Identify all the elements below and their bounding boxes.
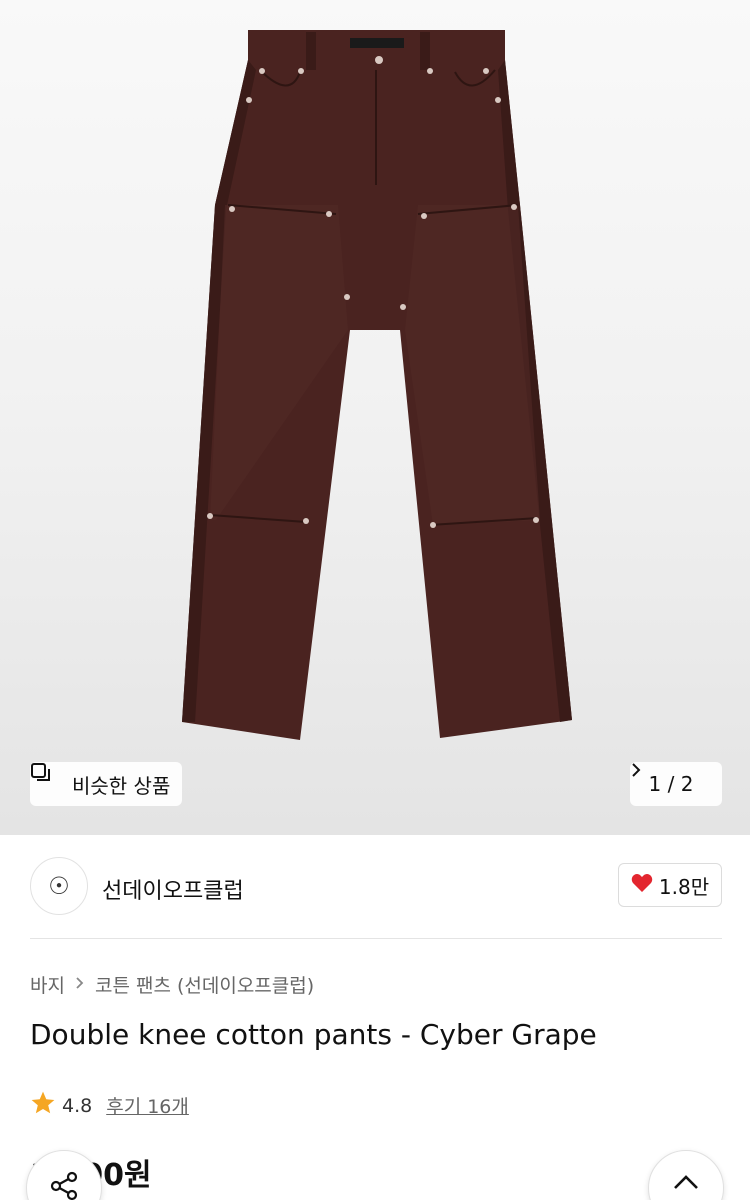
- breadcrumb-item-subcategory[interactable]: 코튼 팬츠 (선데이오프클럽): [95, 971, 314, 998]
- brand-logo[interactable]: ☉: [30, 857, 88, 915]
- rating-value: 4.8: [62, 1094, 93, 1117]
- review-link[interactable]: 후기 16개: [106, 1092, 189, 1119]
- star-icon: [30, 1090, 56, 1121]
- like-button[interactable]: 1.8만: [618, 863, 722, 907]
- breadcrumb: 바지 코튼 팬츠 (선데이오프클럽): [30, 971, 314, 998]
- brand-logo-glyph: ☉: [48, 872, 70, 900]
- similar-products-label: 비슷한 상품: [72, 773, 171, 798]
- chevron-right-icon: [75, 974, 85, 995]
- share-icon: [48, 1170, 80, 1200]
- image-page-indicator[interactable]: 1 / 2: [630, 762, 722, 806]
- product-title: Double knee cotton pants - Cyber Grape: [30, 1018, 597, 1051]
- like-count: 1.8만: [658, 874, 710, 899]
- page-indicator-text: 1 / 2: [648, 772, 694, 796]
- copy-icon: [31, 763, 64, 795]
- scroll-top-button[interactable]: [648, 1150, 724, 1200]
- rating-row: 4.8 후기 16개: [30, 1090, 189, 1121]
- product-image-carousel[interactable]: 비슷한 상품 1 / 2: [0, 0, 750, 835]
- pants-photo: [182, 30, 572, 740]
- similar-products-button[interactable]: 비슷한 상품: [30, 762, 183, 806]
- heart-icon: [631, 873, 653, 898]
- chevron-up-icon: [672, 1173, 700, 1195]
- breadcrumb-item-category[interactable]: 바지: [30, 971, 65, 998]
- divider: [30, 938, 722, 939]
- brand-name[interactable]: 선데이오프클럽: [102, 873, 244, 905]
- brand-row: ☉ 선데이오프클럽 1.8만: [30, 857, 722, 917]
